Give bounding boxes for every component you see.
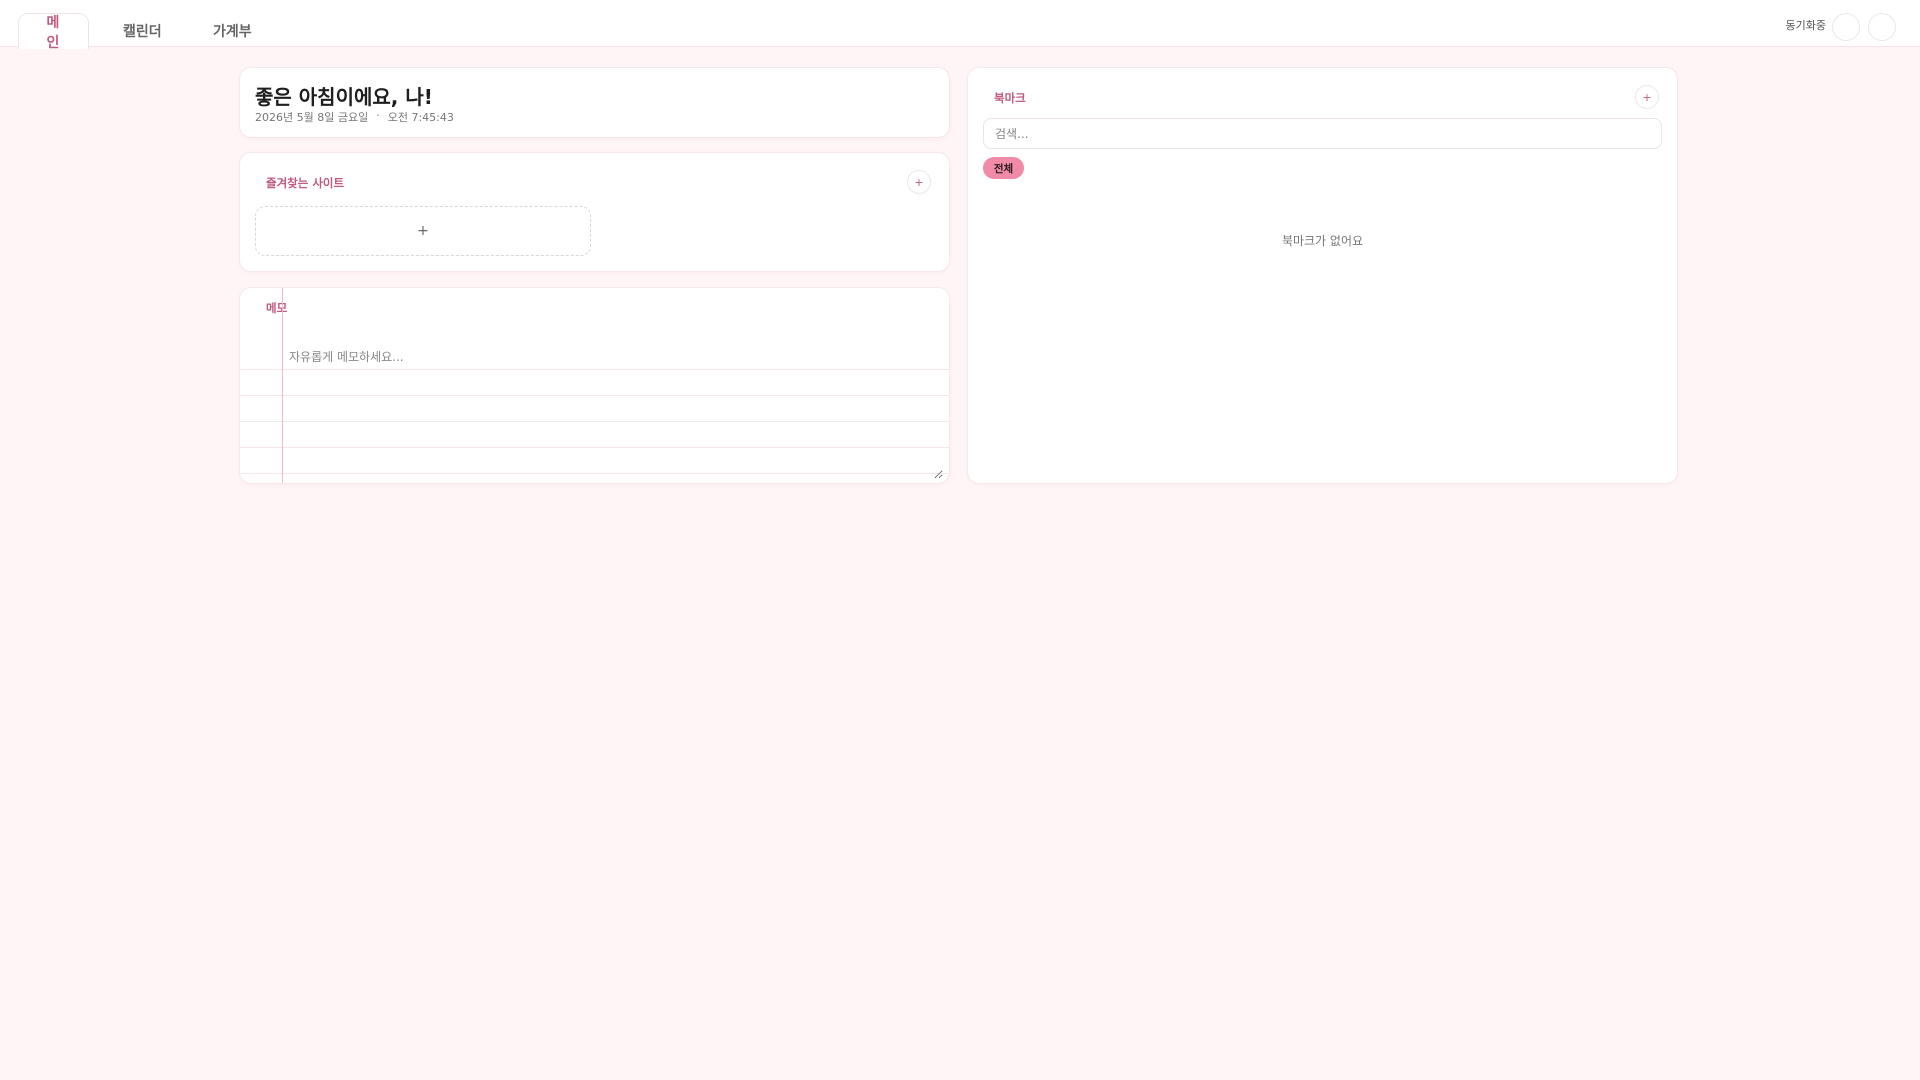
favorites-card: 즐겨찾는 사이트 + + bbox=[239, 152, 950, 272]
time-text: 오전 7:45:43 bbox=[387, 111, 454, 124]
greeting-datetime: 2026년 5월 8일 금요일 · 오전 7:45:43 bbox=[255, 109, 454, 125]
bookmarks-card: 북마크 + 전체 북마크가 없어요 bbox=[967, 67, 1678, 484]
memo-textarea[interactable] bbox=[289, 344, 943, 479]
tab-main[interactable]: 메인 bbox=[18, 13, 89, 51]
date-text: 2026년 5월 8일 금요일 bbox=[255, 111, 369, 124]
settings-button[interactable] bbox=[1868, 13, 1896, 41]
favorites-title: 즐겨찾는 사이트 bbox=[266, 176, 345, 190]
sync-status-label: 동기화중 bbox=[1785, 19, 1826, 32]
add-favorite-button[interactable]: + bbox=[907, 170, 931, 194]
memo-title: 메모 bbox=[266, 301, 288, 315]
filter-chip-all[interactable]: 전체 bbox=[983, 157, 1024, 179]
bookmarks-title: 북마크 bbox=[994, 91, 1026, 105]
memo-card: 메모 bbox=[239, 287, 950, 484]
bookmark-search-input[interactable] bbox=[983, 118, 1662, 149]
date-separator: · bbox=[376, 109, 380, 122]
bookmarks-header: 북마크 bbox=[983, 90, 1026, 106]
add-site-tile[interactable]: + bbox=[255, 206, 591, 256]
memo-margin-line bbox=[282, 288, 283, 483]
tab-ledger[interactable]: 가계부 bbox=[185, 13, 270, 49]
top-nav-bar: 메인 캘린더 가계부 동기화중 bbox=[0, 0, 1920, 51]
greeting-card: 좋은 아침이에요, 나! 2026년 5월 8일 금요일 · 오전 7:45:4… bbox=[239, 67, 950, 138]
add-bookmark-button[interactable]: + bbox=[1635, 85, 1659, 109]
sync-status: 동기화중 bbox=[1778, 17, 1826, 33]
tab-ledger-label: 가계부 bbox=[213, 24, 252, 40]
tab-calendar[interactable]: 캘린더 bbox=[95, 13, 180, 49]
tab-calendar-label: 캘린더 bbox=[123, 24, 162, 40]
empty-state-text: 북마크가 없어요 bbox=[1281, 234, 1364, 248]
theme-toggle-button[interactable] bbox=[1832, 13, 1860, 41]
tab-main-label: 메인 bbox=[46, 14, 60, 51]
greeting-title: 좋은 아침이에요, 나! bbox=[255, 85, 433, 109]
favorites-header: 즐겨찾는 사이트 bbox=[255, 175, 344, 191]
